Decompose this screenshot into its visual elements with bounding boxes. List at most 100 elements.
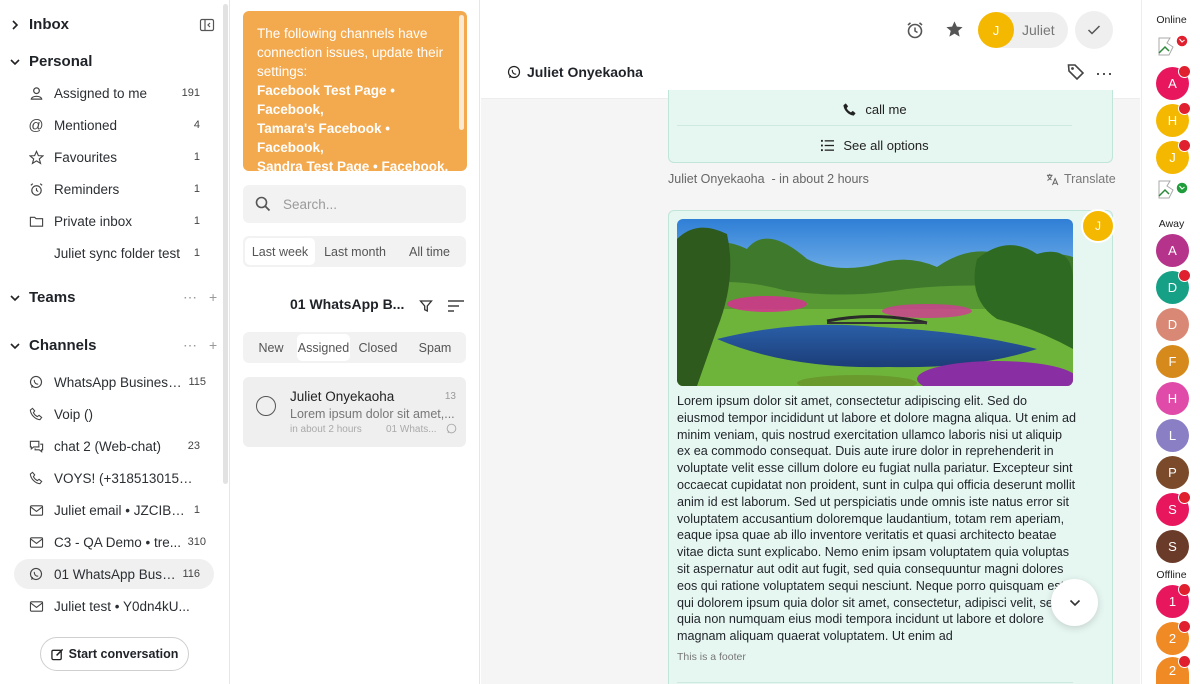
sidebar-channel-whatsapp-business[interactable]: WhatsApp Business... 115 xyxy=(14,367,214,397)
status-dot xyxy=(1178,620,1191,633)
sidebar-item-label: Private inbox xyxy=(54,213,133,229)
agent-avatar[interactable]: J xyxy=(1156,139,1191,174)
agent-avatar[interactable]: P xyxy=(1156,456,1189,489)
start-conversation-button[interactable]: Start conversation xyxy=(40,637,189,671)
agent-initial: D xyxy=(1167,280,1178,295)
search-input[interactable]: Search... xyxy=(243,185,466,223)
scroll-to-bottom-button[interactable] xyxy=(1051,579,1098,626)
time-filter: Last week Last month All time xyxy=(243,236,466,267)
channel-label: VOYS! (+31851301559) xyxy=(54,470,196,486)
more-options-icon[interactable]: ⋯ xyxy=(1095,64,1113,85)
sidebar-channel-01-whatsapp[interactable]: 01 WhatsApp Busin... 116 xyxy=(14,559,214,589)
translate-button[interactable]: Translate xyxy=(1046,172,1116,186)
tab-closed[interactable]: Closed xyxy=(350,334,406,361)
agent-avatar[interactable]: 1 xyxy=(1156,583,1191,618)
inbox-header[interactable]: Inbox xyxy=(10,16,69,33)
agent-avatar[interactable]: H xyxy=(1156,102,1191,137)
status-dot xyxy=(1178,583,1191,596)
agent-avatar[interactable]: A xyxy=(1156,65,1191,100)
star-icon xyxy=(28,149,44,165)
call-me-button[interactable]: call me xyxy=(677,92,1072,126)
assignee-avatar: J xyxy=(978,12,1014,48)
conversation-preview: Lorem ipsum dolor sit amet,... xyxy=(290,407,455,421)
tag-icon xyxy=(1067,64,1085,81)
sidebar-channel-juliet-test[interactable]: Juliet test • Y0dn4kU... xyxy=(14,591,214,621)
tags-button[interactable] xyxy=(1067,63,1085,81)
sidebar-channel-c3-qa-demo[interactable]: C3 - QA Demo • tre... 310 xyxy=(14,527,214,557)
agent-avatar[interactable]: 2 xyxy=(1156,620,1191,655)
inbox-label: Inbox xyxy=(29,16,69,33)
channel-label: Voip () xyxy=(54,406,94,422)
tab-new[interactable]: New xyxy=(245,334,297,361)
agent-avatar[interactable]: L xyxy=(1156,419,1189,452)
warning-channel[interactable]: Sandra Test Page • Facebook, xyxy=(257,157,453,171)
time-filter-last-week[interactable]: Last week xyxy=(245,238,315,265)
sidebar-item-reminders[interactable]: Reminders 1 xyxy=(14,174,214,204)
channels-header[interactable]: Channels xyxy=(10,337,97,354)
sidebar-item-favourites[interactable]: Favourites 1 xyxy=(14,142,214,172)
sidebar-item-count: 1 xyxy=(193,247,200,259)
channel-label: Juliet email • JZCIBA... xyxy=(54,502,190,518)
personal-header[interactable]: Personal xyxy=(10,53,92,70)
sidebar-scrollbar[interactable] xyxy=(223,4,228,484)
filter-icon[interactable] xyxy=(419,299,433,313)
sidebar-channel-voys[interactable]: VOYS! (+31851301559) xyxy=(14,463,214,493)
time-filter-last-month[interactable]: Last month xyxy=(315,238,395,265)
sidebar-item-label: Juliet sync folder test xyxy=(54,245,181,261)
sidebar-item-assigned[interactable]: Assigned to me 191 xyxy=(14,78,214,108)
inbox-title: 01 WhatsApp B... xyxy=(290,296,405,312)
sidebar-item-mentioned[interactable]: @ Mentioned 4 xyxy=(14,110,214,140)
channels-actions: ⋯ + xyxy=(183,337,217,354)
more-icon[interactable]: ⋯ xyxy=(183,289,197,306)
sidebar-scroll: Inbox Personal Assigned to me 191 @ Ment… xyxy=(0,0,222,684)
agent-avatar[interactable]: A xyxy=(1156,234,1189,267)
add-icon[interactable]: + xyxy=(209,289,217,306)
warning-scrollbar[interactable] xyxy=(459,15,464,130)
sort-icon[interactable] xyxy=(447,299,465,313)
sidebar-channel-juliet-email[interactable]: Juliet email • JZCIBA... 1 xyxy=(14,495,214,525)
channel-label: chat 2 (Web-chat) xyxy=(54,438,162,454)
broken-avatar-image[interactable] xyxy=(1156,176,1189,202)
agent-initial: H xyxy=(1167,391,1178,406)
agent-avatar[interactable]: D xyxy=(1156,308,1189,341)
agent-initial: A xyxy=(1168,243,1177,258)
agent-avatar[interactable]: S xyxy=(1156,530,1189,563)
message-footer: This is a footer xyxy=(677,651,746,663)
conversation-item[interactable]: Juliet Onyekaoha 13 Lorem ipsum dolor si… xyxy=(243,377,466,447)
agent-initial: D xyxy=(1167,317,1178,332)
agent-avatar[interactable]: F xyxy=(1156,345,1189,378)
sidebar-item-label: Assigned to me xyxy=(54,85,148,101)
agent-avatar[interactable]: H xyxy=(1156,382,1189,415)
assignee-button[interactable]: J Juliet xyxy=(978,12,1068,48)
more-icon[interactable]: ⋯ xyxy=(183,337,197,354)
select-checkbox[interactable] xyxy=(256,396,276,416)
chat-icon xyxy=(28,438,44,454)
channel-label: Juliet test • Y0dn4kU... xyxy=(54,598,190,614)
status-dot xyxy=(1178,269,1191,282)
agent-avatar[interactable]: 2 xyxy=(1156,655,1191,684)
close-conversation-button[interactable] xyxy=(1075,11,1113,49)
teams-header[interactable]: Teams xyxy=(10,289,75,306)
message-time: - in about 2 hours xyxy=(771,172,869,186)
agent-avatar[interactable]: D xyxy=(1156,269,1191,304)
sidebar-channel-webchat[interactable]: chat 2 (Web-chat) 23 xyxy=(14,431,214,461)
broken-avatar-image[interactable] xyxy=(1156,33,1189,59)
collapse-sidebar-icon[interactable] xyxy=(199,17,215,33)
warning-channel[interactable]: Tamara's Facebook • Facebook, xyxy=(257,119,453,157)
sidebar-item-private-inbox[interactable]: Private inbox 1 xyxy=(14,206,214,236)
agent-initial: L xyxy=(1168,428,1177,443)
person-icon xyxy=(28,85,44,101)
sidebar-item-sync-folder[interactable]: Juliet sync folder test 1 xyxy=(14,238,214,268)
message-image[interactable] xyxy=(677,219,1073,386)
time-filter-all-time[interactable]: All time xyxy=(395,238,464,265)
add-icon[interactable]: + xyxy=(209,337,217,354)
warning-channel[interactable]: Facebook Test Page • Facebook, xyxy=(257,81,453,119)
see-all-options-button[interactable]: See all options xyxy=(677,128,1072,162)
agent-initial: F xyxy=(1168,354,1177,369)
tab-assigned[interactable]: Assigned xyxy=(297,334,350,361)
snooze-button[interactable] xyxy=(905,20,925,40)
sidebar-channel-voip[interactable]: Voip () xyxy=(14,399,214,429)
favourite-button[interactable] xyxy=(945,20,964,39)
tab-spam[interactable]: Spam xyxy=(406,334,464,361)
agent-avatar[interactable]: S xyxy=(1156,491,1191,526)
